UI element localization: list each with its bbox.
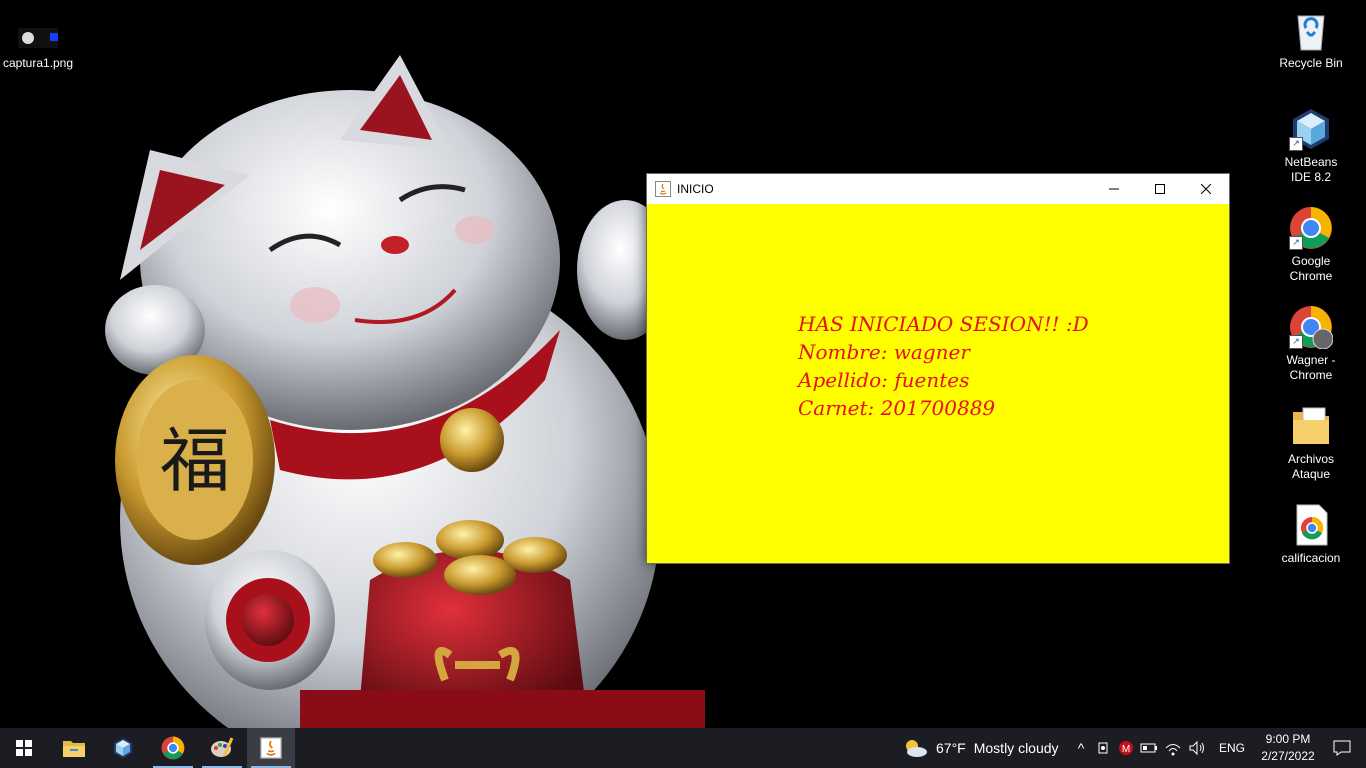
maximize-icon	[1155, 184, 1165, 194]
desktop-icon-label: NetBeans IDE 8.2	[1284, 155, 1338, 184]
taskbar: 67°F Mostly cloudy ^ M ENG 9:00 PM 2/27/…	[0, 728, 1366, 768]
taskbar-java-app[interactable]	[247, 728, 295, 768]
apellido-label: Apellido: fuentes	[798, 368, 970, 392]
battery-icon[interactable]	[1140, 740, 1158, 756]
chrome-icon	[161, 736, 185, 760]
notification-icon	[1333, 740, 1351, 756]
volume-icon[interactable]	[1188, 740, 1206, 756]
taskbar-netbeans[interactable]	[99, 728, 147, 768]
desktop-icon-label: calificacion	[1281, 551, 1341, 565]
weather-temp: 67°F	[936, 740, 966, 756]
window-titlebar[interactable]: INICIO	[647, 174, 1229, 204]
shortcut-arrow-icon: ↗	[1289, 236, 1303, 250]
desktop-icon-label: Recycle Bin	[1279, 56, 1343, 70]
desktop-icon-label: Archivos Ataque	[1287, 452, 1334, 481]
start-icon	[16, 740, 32, 756]
shortcut-arrow-icon: ↗	[1289, 335, 1303, 349]
desktop-icon-archivos-ataque[interactable]: Archivos Ataque	[1275, 404, 1347, 482]
weather-widget[interactable]: 67°F Mostly cloudy	[902, 728, 1059, 768]
close-button[interactable]	[1183, 174, 1229, 204]
language-indicator[interactable]: ENG	[1219, 728, 1245, 768]
minimize-icon	[1109, 188, 1119, 190]
desktop-icon-label: captura1.png	[2, 56, 74, 70]
java-icon	[655, 181, 671, 197]
desktop-icon-recycle-bin[interactable]: Recycle Bin	[1275, 8, 1347, 71]
shortcut-arrow-icon: ↗	[1289, 137, 1303, 151]
clock-date: 2/27/2022	[1261, 749, 1315, 763]
svg-text:福: 福	[160, 420, 230, 502]
clock-time: 9:00 PM	[1265, 732, 1311, 746]
maximize-button[interactable]	[1137, 174, 1183, 204]
image-file-icon	[16, 24, 60, 52]
desktop: 福 captura1.png Recycle Bin ↗ NetBeans ID…	[0, 0, 1366, 728]
chrome-profile-icon: ↗	[1289, 305, 1334, 350]
taskbar-paint[interactable]	[198, 728, 246, 768]
chrome-icon: ↗	[1289, 206, 1333, 250]
taskbar-clock[interactable]: 9:00 PM 2/27/2022	[1252, 731, 1324, 765]
java-icon	[260, 737, 282, 759]
desktop-icon-calificacion[interactable]: calificacion	[1275, 503, 1347, 566]
desktop-icon-netbeans[interactable]: ↗ NetBeans IDE 8.2	[1275, 107, 1347, 185]
language-label: ENG	[1219, 741, 1246, 755]
desktop-icon-label: Google Chrome	[1289, 254, 1333, 283]
chrome-html-file-icon	[1289, 503, 1333, 547]
window-title: INICIO	[677, 182, 714, 196]
file-explorer-icon	[63, 741, 85, 757]
login-success-message: HAS INICIADO SESION!! :D	[798, 312, 1089, 336]
inicio-window[interactable]: INICIO HAS INICIADO SESION!! :D Nombre: …	[646, 173, 1230, 564]
start-button[interactable]	[0, 728, 48, 768]
weather-text: Mostly cloudy	[973, 740, 1059, 756]
desktop-icon-label: Wagner - Chrome	[1286, 353, 1336, 382]
taskbar-file-explorer[interactable]	[50, 728, 98, 768]
desktop-icon-captura1[interactable]: captura1.png	[2, 24, 74, 71]
partly-cloudy-icon	[906, 740, 927, 757]
carnet-label: Carnet: 201700889	[798, 396, 996, 420]
taskbar-chrome[interactable]	[149, 728, 197, 768]
system-tray-icons: ^ M	[1072, 728, 1206, 768]
wifi-icon[interactable]	[1164, 740, 1182, 756]
nombre-label: Nombre: wagner	[798, 340, 970, 364]
chevron-up-icon[interactable]: ^	[1072, 740, 1090, 756]
folder-icon	[1289, 404, 1333, 448]
svg-text:M: M	[1122, 744, 1130, 755]
netbeans-icon	[114, 738, 132, 758]
notification-center-button[interactable]	[1318, 728, 1366, 768]
paint-icon	[211, 737, 234, 757]
meet-now-icon[interactable]	[1096, 740, 1112, 756]
window-content: HAS INICIADO SESION!! :D Nombre: wagner …	[647, 204, 1229, 563]
netbeans-icon: ↗	[1289, 107, 1333, 151]
mcafee-icon[interactable]: M	[1118, 740, 1134, 756]
minimize-button[interactable]	[1091, 174, 1137, 204]
close-icon	[1201, 184, 1211, 194]
desktop-icon-wagner-chrome[interactable]: ↗ Wagner - Chrome	[1275, 305, 1347, 383]
recycle-bin-icon	[1289, 8, 1333, 52]
desktop-icon-google-chrome[interactable]: ↗ Google Chrome	[1275, 206, 1347, 284]
